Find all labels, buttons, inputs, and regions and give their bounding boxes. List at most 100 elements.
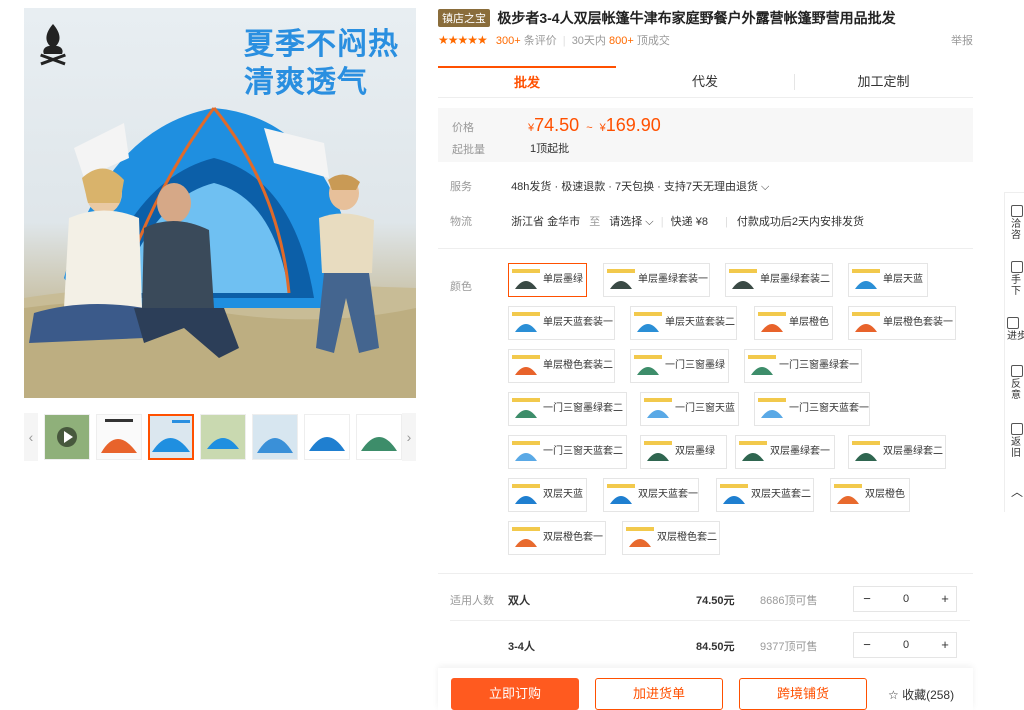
color-option[interactable]: 单层墨绿套装二 <box>725 263 833 297</box>
ship-to-select[interactable]: 请选择 ⌵ <box>609 216 653 228</box>
color-option[interactable]: 一门三窗墨绿套一 <box>744 349 862 383</box>
tab-wholesale[interactable]: 批发 <box>438 66 616 98</box>
order-now-button[interactable]: 立即订购 <box>451 678 579 710</box>
favorite-button[interactable]: ☆ 收藏(258) <box>888 686 954 703</box>
price-range-sep: ~ <box>586 122 593 134</box>
color-option-label: 单层天蓝套装二 <box>665 317 735 328</box>
tab-custom[interactable]: 加工定制 <box>794 66 973 98</box>
qty-row: 适用人数 双人 74.50元 8686顶可售 − 0 + <box>450 586 970 612</box>
color-option[interactable]: 双层墨绿 <box>640 435 727 469</box>
color-option-label: 单层天蓝 <box>883 274 923 285</box>
side-consult-button[interactable]: 洽 咨 <box>1011 205 1024 241</box>
color-option[interactable]: 双层橙色 <box>830 478 910 512</box>
color-option-label: 单层天蓝套装一 <box>543 317 613 328</box>
tent-thumbnail-icon <box>512 398 540 418</box>
qty-input[interactable]: 0 <box>880 587 932 611</box>
sold-suffix: 顶成交 <box>636 35 670 47</box>
color-option[interactable]: 单层墨绿套装一 <box>603 263 710 297</box>
back-to-top-icon[interactable]: ︿ <box>1011 486 1024 498</box>
qty-input[interactable]: 0 <box>880 633 932 657</box>
thumbnail[interactable] <box>304 414 350 460</box>
chat-icon <box>1011 205 1023 217</box>
qty-minus-button[interactable]: − <box>854 633 880 657</box>
tab-dropship[interactable]: 代发 <box>616 66 794 98</box>
thumbnail[interactable] <box>252 414 298 460</box>
list-icon <box>1007 317 1019 329</box>
shipping-fee: 快递 ¥8 <box>670 216 708 228</box>
color-option[interactable]: 一门三窗天蓝套二 <box>508 435 627 469</box>
thumb-prev-button[interactable]: ‹ <box>24 413 38 461</box>
color-option[interactable]: 双层天蓝套二 <box>716 478 814 512</box>
qty-minus-button[interactable]: − <box>854 587 880 611</box>
tent-thumbnail-icon <box>758 312 786 332</box>
thumbnail[interactable] <box>356 414 402 460</box>
tent-thumbnail-icon <box>748 355 776 375</box>
color-option[interactable]: 单层墨绿 <box>508 263 587 297</box>
return-icon <box>1011 423 1023 435</box>
ship-to-label: 至 <box>589 216 601 228</box>
side-mobile-button[interactable]: 手 下 <box>1011 261 1024 297</box>
service-value[interactable]: 48h发货 · 极速退款 · 7天包换 · 支持7天无理由退货 ⌵ <box>511 181 769 193</box>
color-option[interactable]: 单层天蓝 <box>848 263 928 297</box>
side-toolbar: 洽 咨 手 下 进步 反 意 返 旧 ︿ <box>1004 192 1024 512</box>
price-min: 74.50 <box>534 115 580 135</box>
color-option-label: 双层天蓝套一 <box>638 489 698 500</box>
cross-border-button[interactable]: 跨境铺货 <box>739 678 867 710</box>
reviews-count[interactable]: 300+ <box>496 35 521 47</box>
color-option-label: 双层橙色套二 <box>657 532 717 543</box>
color-option[interactable]: 双层墨绿套二 <box>848 435 946 469</box>
color-option[interactable]: 一门三窗天蓝套一 <box>754 392 870 426</box>
shop-badge: 镇店之宝 <box>438 9 490 27</box>
color-option[interactable]: 单层橙色 <box>754 306 833 340</box>
variant-stock: 9377顶可售 <box>760 641 818 653</box>
side-feedback-button[interactable]: 反 意 <box>1011 365 1024 401</box>
sold-count: 800+ <box>609 35 634 47</box>
tent-thumbnail-icon <box>634 355 662 375</box>
color-option[interactable]: 一门三窗墨绿 <box>630 349 729 383</box>
color-option-label: 一门三窗天蓝套二 <box>543 446 623 457</box>
thumbnail[interactable] <box>200 414 246 460</box>
variant-name: 3-4人 <box>508 641 535 653</box>
color-option-label: 单层墨绿套装一 <box>638 274 708 285</box>
play-icon <box>57 427 77 447</box>
color-option[interactable]: 双层天蓝 <box>508 478 587 512</box>
color-option-label: 一门三窗墨绿套一 <box>779 360 859 371</box>
sold-prefix: 30天内 <box>571 35 606 47</box>
price-max: 169.90 <box>605 115 661 135</box>
color-option[interactable]: 单层天蓝套装一 <box>508 306 615 340</box>
reviews-label[interactable]: 条评价 <box>524 35 557 47</box>
color-option[interactable]: 双层橙色套二 <box>622 521 720 555</box>
color-option[interactable]: 一门三窗天蓝 <box>640 392 739 426</box>
qrcode-icon <box>1011 261 1023 273</box>
quantity-stepper: − 0 + <box>853 586 957 612</box>
color-option[interactable]: 双层墨绿套一 <box>735 435 835 469</box>
thumbnail-active[interactable] <box>148 414 194 460</box>
color-option[interactable]: 单层橙色套装二 <box>508 349 615 383</box>
color-option[interactable]: 双层橙色套一 <box>508 521 606 555</box>
color-option-label: 一门三窗墨绿套二 <box>543 403 623 414</box>
add-to-cart-button[interactable]: 加进货单 <box>595 678 723 710</box>
tent-thumbnail-icon <box>512 527 540 547</box>
feedback-icon <box>1011 365 1023 377</box>
color-option[interactable]: 单层天蓝套装二 <box>630 306 737 340</box>
rating-row: ★★★★★ 300+ 条评价 | 30天内 800+ 顶成交 举报 <box>438 32 973 48</box>
color-option[interactable]: 单层橙色套装一 <box>848 306 956 340</box>
color-option-label: 双层天蓝 <box>543 489 583 500</box>
qty-plus-button[interactable]: + <box>932 633 958 657</box>
side-back-old-button[interactable]: 返 旧 <box>1011 423 1024 459</box>
thumb-next-button[interactable]: › <box>402 413 416 461</box>
report-link[interactable]: 举报 <box>951 32 973 48</box>
divider <box>438 248 973 249</box>
service-row: 服务 48h发货 · 极速退款 · 7天包换 · 支持7天无理由退货 ⌵ <box>450 178 970 194</box>
tent-thumbnail-icon <box>607 269 635 289</box>
thumbnail[interactable] <box>96 414 142 460</box>
variant-name: 双人 <box>508 595 530 607</box>
color-option[interactable]: 一门三窗墨绿套二 <box>508 392 627 426</box>
thumbnail-video[interactable] <box>44 414 90 460</box>
qty-plus-button[interactable]: + <box>932 587 958 611</box>
color-option-label: 双层天蓝套二 <box>751 489 811 500</box>
color-option[interactable]: 双层天蓝套一 <box>603 478 699 512</box>
variant-price: 74.50元 <box>696 595 735 607</box>
side-stock-button[interactable]: 进步 <box>1007 317 1024 342</box>
color-option-label: 一门三窗墨绿 <box>665 360 725 371</box>
